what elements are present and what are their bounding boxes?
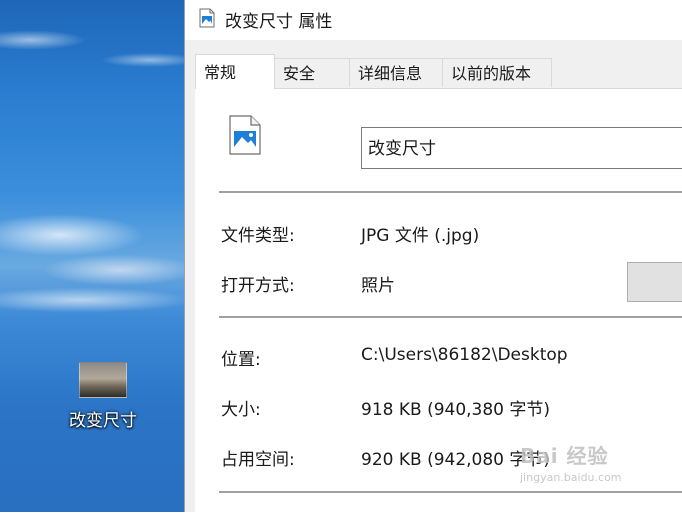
image-file-icon xyxy=(229,115,261,155)
tab-details[interactable]: 详细信息 xyxy=(349,58,443,87)
watermark-url: jingyan.baidu.com xyxy=(520,471,622,484)
location-value: C:\Users\86182\Desktop xyxy=(361,345,568,365)
tab-general[interactable]: 常规 xyxy=(195,54,275,89)
divider xyxy=(219,316,682,318)
file-type-label: 文件类型: xyxy=(221,226,295,246)
title-bar[interactable]: 改变尺寸 属性 xyxy=(185,0,682,40)
location-label: 位置: xyxy=(221,350,261,370)
tab-security[interactable]: 安全 xyxy=(274,58,350,87)
file-name-field[interactable]: 改变尺寸 xyxy=(361,127,682,169)
desktop-file-icon[interactable]: 改变尺寸 xyxy=(60,362,146,431)
size-value: 918 KB (940,380 字节) xyxy=(361,400,551,420)
image-thumbnail xyxy=(79,362,127,398)
watermark-logo: Bai 经验 xyxy=(520,444,609,468)
image-file-icon xyxy=(199,8,215,28)
size-label: 大小: xyxy=(221,400,261,420)
change-button[interactable] xyxy=(627,262,682,302)
file-type-value: JPG 文件 (.jpg) xyxy=(361,226,480,246)
properties-window: 改变尺寸 属性 常规 安全 详细信息 以前的版本 改变尺寸 文件类型: JPG xyxy=(184,0,682,513)
open-with-label: 打开方式: xyxy=(221,276,295,296)
open-with-value: 照片 xyxy=(361,276,395,296)
divider xyxy=(219,191,682,193)
tab-previous-versions[interactable]: 以前的版本 xyxy=(442,58,552,87)
watermark: Bai 经验 jingyan.baidu.com xyxy=(520,440,670,494)
window-title: 改变尺寸 属性 xyxy=(225,12,333,32)
desktop-file-label: 改变尺寸 xyxy=(69,411,137,431)
size-on-disk-label: 占用空间: xyxy=(221,450,295,470)
desktop-background: 改变尺寸 xyxy=(0,0,184,512)
